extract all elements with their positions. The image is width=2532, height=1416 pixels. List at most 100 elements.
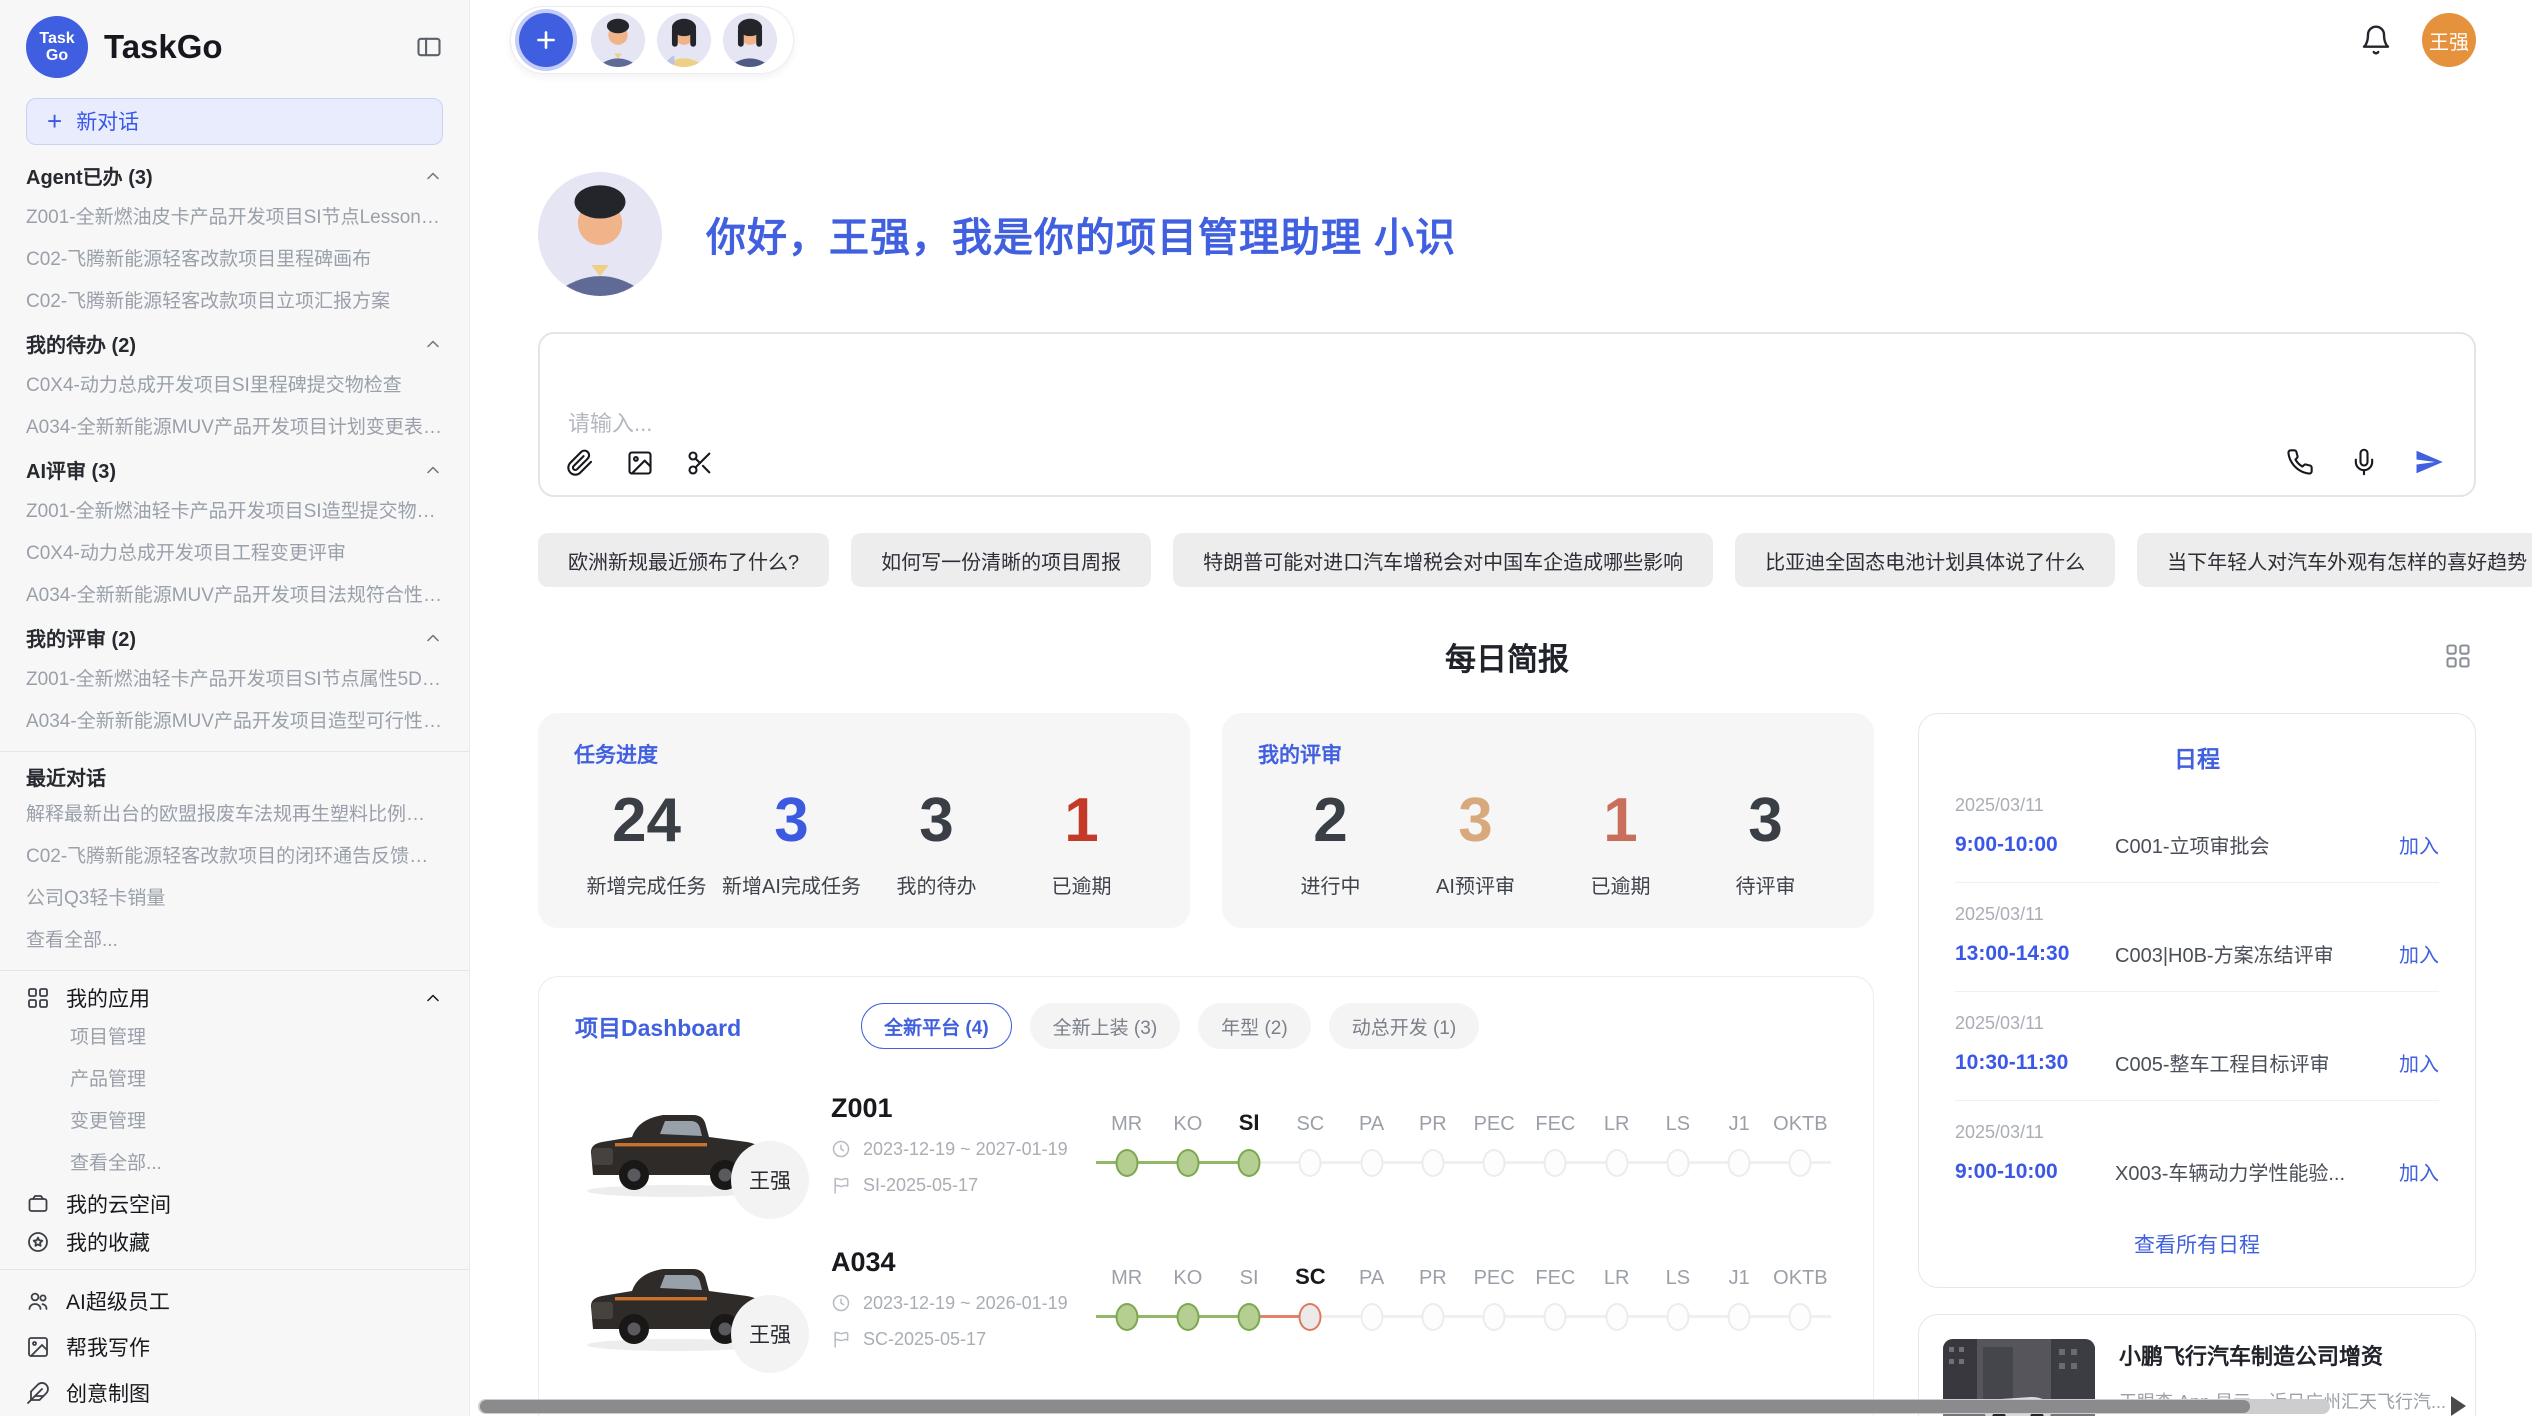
suggestion-chip[interactable]: 当下年轻人对汽车外观有怎样的喜好趋势	[2137, 533, 2532, 587]
clock-icon	[831, 1139, 851, 1159]
sidebar-task-item[interactable]: C0X4-动力总成开发项目工程变更评审	[26, 533, 443, 575]
sidebar-item-my-apps[interactable]: 我的应用	[26, 979, 443, 1017]
milestone-FEC: FEC	[1525, 1258, 1586, 1338]
milestone-dot	[1238, 1303, 1261, 1331]
suggestion-chip[interactable]: 比亚迪全固态电池计划具体说了什么	[1735, 533, 2115, 587]
my-apps-label: 我的应用	[66, 983, 407, 1013]
event-name: C003|H0B-方案冻结评审	[2115, 939, 2381, 968]
app-title: TaskGo	[104, 28, 399, 66]
project-row[interactable]: 王强A0342023-12-19 ~ 2026-01-19SC-2025-05-…	[575, 1239, 1837, 1357]
suggestion-chip[interactable]: 欧洲新规最近颁布了什么?	[538, 533, 829, 587]
project-next-milestone: SI-2025-05-17	[831, 1175, 1066, 1196]
daily-brief-header: 每日简报	[538, 635, 2476, 677]
daily-brief-title: 每日简报	[1445, 634, 1569, 679]
next-milestone-text: SI-2025-05-17	[863, 1175, 978, 1196]
dashboard-tab[interactable]: 全新上装 (3)	[1030, 1003, 1181, 1049]
greeting-text: 你好，王强，我是你的项目管理助理 小识	[706, 205, 1456, 263]
sidebar-collapse-icon[interactable]	[415, 33, 443, 61]
stat-item: 3我的待办	[864, 785, 1009, 899]
chevron-up-icon[interactable]	[423, 460, 443, 480]
milestone-J1: J1	[1709, 1104, 1770, 1184]
milestone-label: KO	[1173, 1258, 1202, 1290]
view-all-schedule-link[interactable]: 查看所有日程	[1955, 1229, 2439, 1259]
stat-card: 我的评审2进行中3AI预评审1已逾期3待评审	[1222, 713, 1874, 928]
sidebar-task-item[interactable]: Z001-全新燃油轻卡产品开发项目SI节点属性5D文件评审	[26, 659, 443, 701]
milestone-dot-row	[1770, 1296, 1831, 1338]
app-subitem[interactable]: 查看全部...	[26, 1143, 443, 1185]
horizontal-scrollbar[interactable]	[478, 1399, 2330, 1414]
project-row[interactable]: 王强Z0012023-12-19 ~ 2027-01-19SI-2025-05-…	[575, 1085, 1837, 1203]
scrollbar-thumb[interactable]	[480, 1400, 2250, 1413]
stat-value: 2	[1313, 785, 1347, 856]
sidebar-item-创意制图[interactable]: 创意制图	[26, 1370, 443, 1416]
image-icon[interactable]	[626, 449, 654, 477]
milestone-label: PR	[1419, 1258, 1447, 1290]
owner-badge: 王强	[731, 1295, 809, 1373]
sidebar-item-AI超级员工[interactable]: AI超级员工	[26, 1278, 443, 1324]
join-link[interactable]: 加入	[2399, 830, 2439, 859]
suggestion-chip[interactable]: 特朗普可能对进口汽车增税会对中国车企造成哪些影响	[1173, 533, 1713, 587]
sidebar-group-header: Agent已办 (3)	[26, 155, 443, 197]
sidebar-task-item[interactable]: A034-全新新能源MUV产品开发项目计划变更表编写	[26, 407, 443, 449]
stat-label: 进行中	[1301, 870, 1361, 899]
milestone-dot-row	[1647, 1142, 1708, 1184]
sidebar-item-帮我写作[interactable]: 帮我写作	[26, 1324, 443, 1370]
sidebar-task-item[interactable]: Z001-全新燃油轻卡产品开发项目SI造型提交物评审	[26, 491, 443, 533]
scissors-icon[interactable]	[686, 449, 714, 477]
recent-chat-item[interactable]: C02-飞腾新能源轻客改款项目的闭环通告反馈情况	[26, 836, 443, 878]
chevron-up-icon[interactable]	[423, 166, 443, 186]
join-link[interactable]: 加入	[2399, 1157, 2439, 1186]
app-subitem[interactable]: 产品管理	[26, 1059, 443, 1101]
dashboard-tab[interactable]: 年型 (2)	[1198, 1003, 1311, 1049]
chevron-up-icon[interactable]	[423, 628, 443, 648]
content-row: 任务进度24新增完成任务3新增AI完成任务3我的待办1已逾期我的评审2进行中3A…	[538, 713, 2476, 1416]
taskgo-logo: Task Go	[26, 16, 88, 78]
sidebar-item-favorites[interactable]: 我的收藏	[26, 1223, 443, 1261]
user-avatar[interactable]: 王强	[2422, 13, 2476, 67]
app-subitem[interactable]: 变更管理	[26, 1101, 443, 1143]
bell-icon[interactable]	[2360, 24, 2392, 56]
divider	[0, 1269, 469, 1270]
sidebar-task-item[interactable]: A034-全新新能源MUV产品开发项目造型可行性评审	[26, 701, 443, 743]
chevron-up-icon[interactable]	[423, 988, 443, 1008]
avatar[interactable]	[723, 13, 777, 67]
recent-chats-list: 解释最新出台的欧盟报废车法规再生塑料比例被调至15%...C02-飞腾新能源轻客…	[26, 794, 443, 962]
grid-icon	[26, 986, 50, 1010]
stat-label: 新增AI完成任务	[722, 870, 861, 899]
paperclip-icon[interactable]	[566, 449, 594, 477]
avatar[interactable]	[591, 13, 645, 67]
scroll-right-arrow[interactable]	[2451, 1396, 2466, 1416]
new-chat-button[interactable]: + 新对话	[26, 98, 443, 145]
recent-chat-item[interactable]: 公司Q3轻卡销量	[26, 878, 443, 920]
cloud-space-label: 我的云空间	[66, 1189, 171, 1219]
dashboard-tab[interactable]: 动总开发 (1)	[1329, 1003, 1480, 1049]
recent-chat-item[interactable]: 解释最新出台的欧盟报废车法规再生塑料比例被调至15%...	[26, 794, 443, 836]
recent-chats-header: 最近对话	[26, 760, 443, 795]
sidebar-task-item[interactable]: Z001-全新燃油皮卡产品开发项目SI节点Lesson Learn报告	[26, 197, 443, 239]
milestone-dot	[1115, 1303, 1138, 1331]
join-link[interactable]: 加入	[2399, 939, 2439, 968]
recent-chat-item[interactable]: 查看全部...	[26, 920, 443, 962]
add-agent-button[interactable]	[519, 13, 573, 67]
app-subitem[interactable]: 项目管理	[26, 1017, 443, 1059]
sidebar-task-item[interactable]: C02-飞腾新能源轻客改款项目里程碑画布	[26, 239, 443, 281]
dashboard-tab[interactable]: 全新平台 (4)	[861, 1003, 1012, 1049]
suggestion-chip[interactable]: 如何写一份清晰的项目周报	[851, 533, 1151, 587]
milestone-SI: SI	[1219, 1104, 1280, 1184]
sidebar-task-item[interactable]: C02-飞腾新能源轻客改款项目立项汇报方案	[26, 281, 443, 323]
milestone-dot-row	[1096, 1296, 1157, 1338]
milestone-label: LS	[1666, 1258, 1690, 1290]
phone-icon[interactable]	[2286, 448, 2314, 476]
chevron-up-icon[interactable]	[423, 334, 443, 354]
milestone-dot-row	[1709, 1142, 1770, 1184]
mic-icon[interactable]	[2350, 448, 2378, 476]
grid-icon[interactable]	[2444, 642, 2472, 670]
join-link[interactable]: 加入	[2399, 1048, 2439, 1077]
sidebar-item-cloud-space[interactable]: 我的云空间	[26, 1185, 443, 1223]
message-input[interactable]: 请输入...	[538, 332, 2476, 497]
sidebar-task-item[interactable]: A034-全新新能源MUV产品开发项目法规符合性评审	[26, 575, 443, 617]
sidebar-task-item[interactable]: C0X4-动力总成开发项目SI里程碑提交物检查	[26, 365, 443, 407]
send-icon[interactable]	[2414, 447, 2444, 477]
avatar[interactable]	[657, 13, 711, 67]
stat-card-title: 任务进度	[574, 739, 1154, 769]
